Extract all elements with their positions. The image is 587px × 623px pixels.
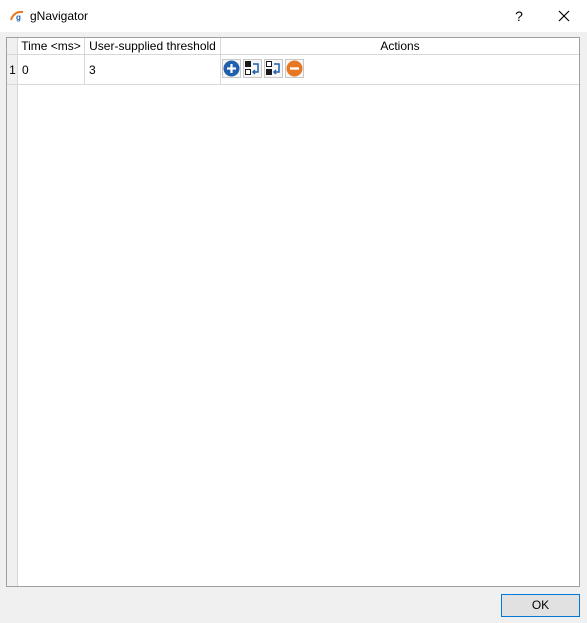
- gnavigator-logo-icon: g: [9, 8, 25, 24]
- add-row-icon: [223, 60, 240, 77]
- move-down-icon: [266, 61, 280, 75]
- threshold-table: Time <ms> User-supplied threshold Action…: [6, 37, 580, 587]
- column-header-time[interactable]: Time <ms>: [18, 38, 85, 55]
- threshold-cell[interactable]: 3: [85, 55, 221, 85]
- row-header-1[interactable]: 1: [7, 55, 18, 85]
- remove-row-button[interactable]: [285, 59, 304, 78]
- ok-button[interactable]: OK: [501, 594, 580, 617]
- help-button[interactable]: ?: [499, 0, 539, 32]
- dialog-body: Time <ms> User-supplied threshold Action…: [0, 32, 587, 623]
- column-header-actions[interactable]: Actions: [221, 38, 579, 55]
- row-header-column: [7, 55, 18, 586]
- close-button[interactable]: [541, 0, 587, 32]
- title-bar: g gNavigator ?: [0, 0, 587, 32]
- add-row-button[interactable]: [222, 59, 241, 78]
- move-up-icon: [245, 61, 259, 75]
- move-up-button[interactable]: [243, 59, 262, 78]
- column-header-threshold[interactable]: User-supplied threshold: [85, 38, 221, 55]
- move-down-button[interactable]: [264, 59, 283, 78]
- table-corner[interactable]: [7, 38, 18, 55]
- svg-text:g: g: [16, 13, 21, 22]
- remove-row-icon: [286, 60, 303, 77]
- time-cell[interactable]: 0: [18, 55, 85, 85]
- window-title: gNavigator: [30, 9, 89, 23]
- close-icon: [558, 10, 570, 22]
